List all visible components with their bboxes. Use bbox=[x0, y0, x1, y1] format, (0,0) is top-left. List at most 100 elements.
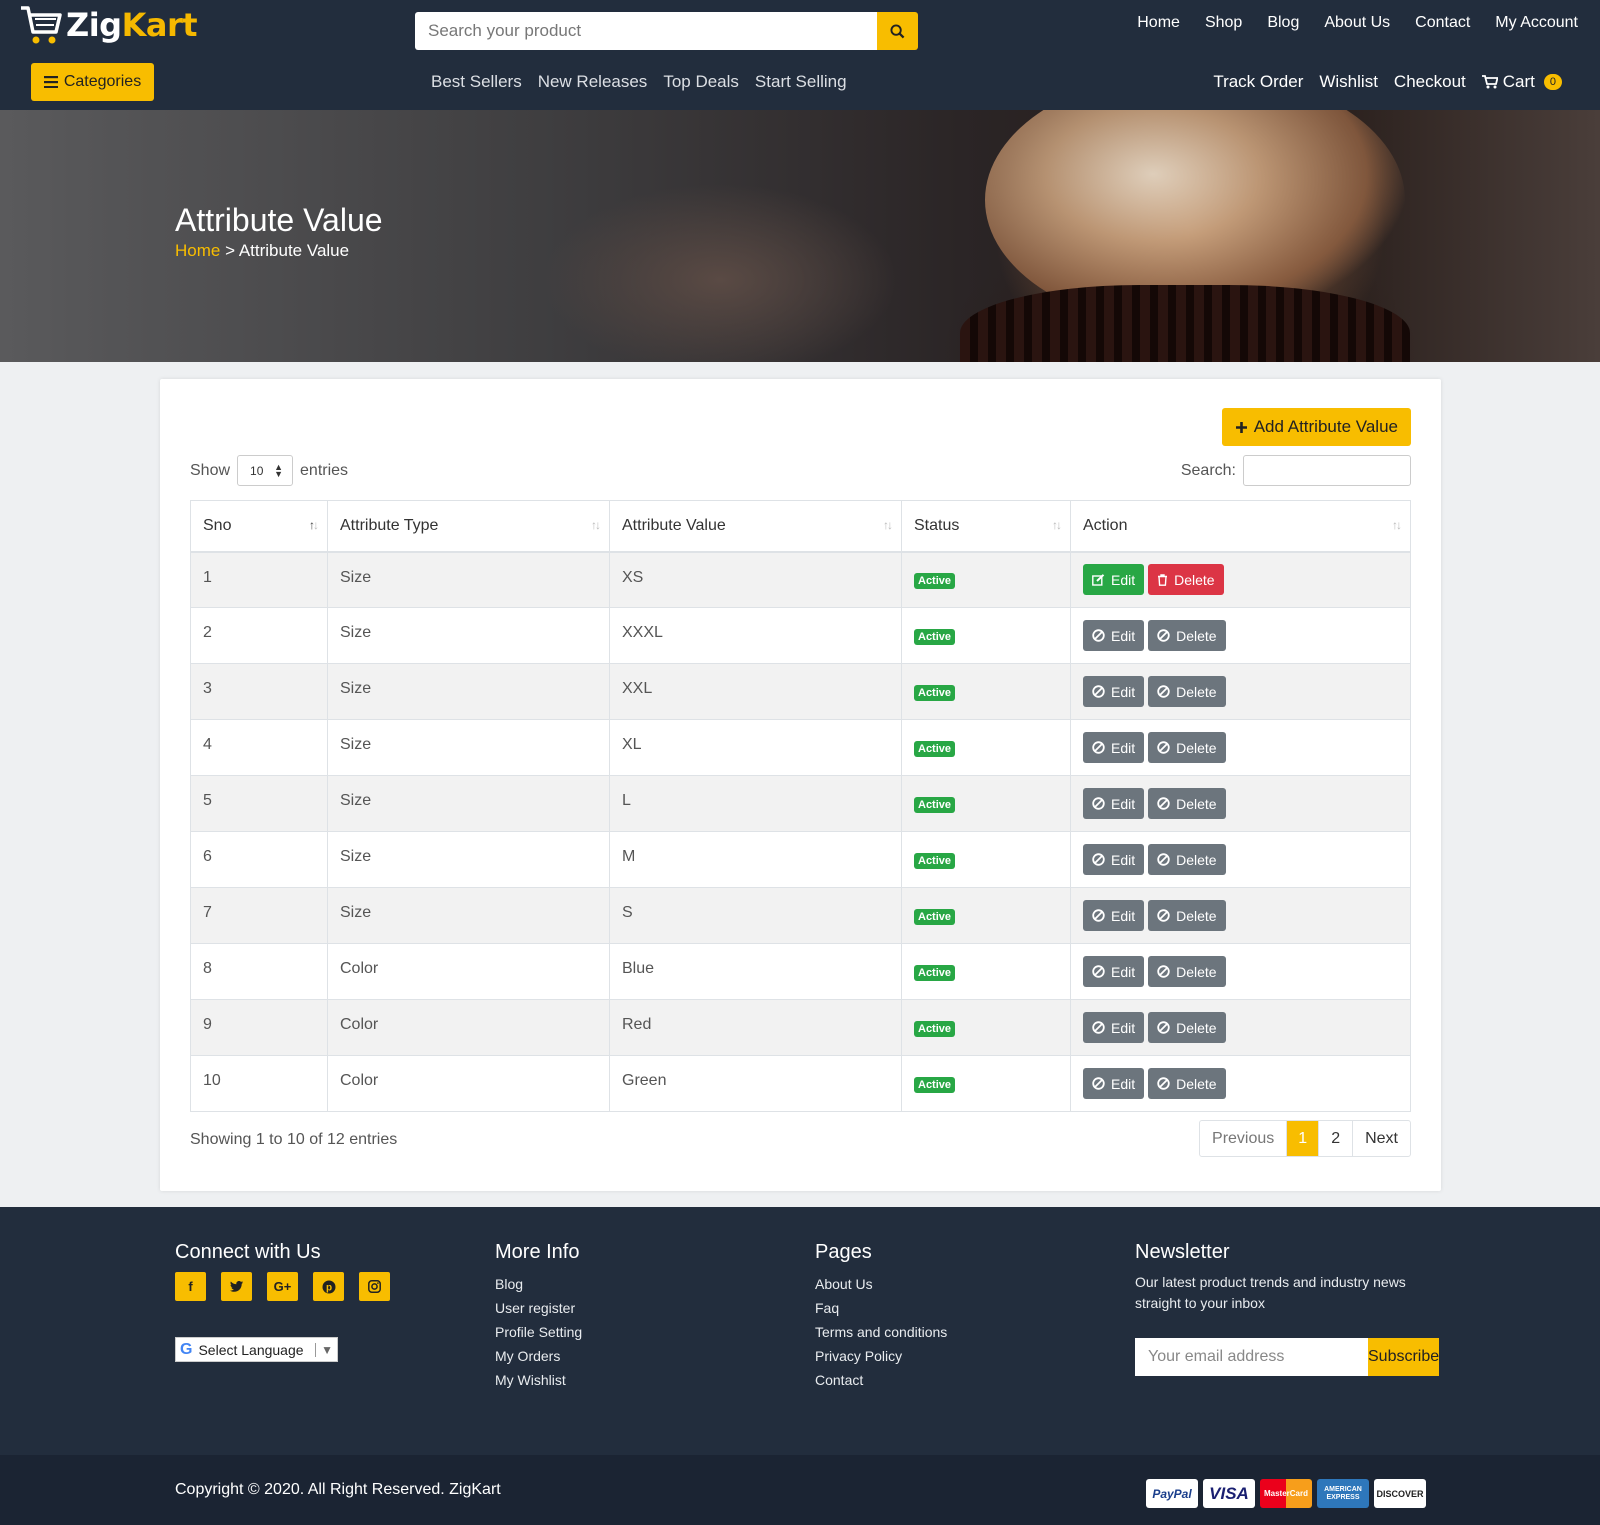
footer-link-contact[interactable]: Contact bbox=[815, 1368, 947, 1392]
edit-button[interactable]: Edit bbox=[1083, 732, 1145, 763]
twitter-icon[interactable] bbox=[221, 1272, 252, 1301]
entries-select[interactable]: 10 ▲ ▼ bbox=[237, 455, 294, 486]
column-header-label: Attribute Value bbox=[622, 516, 726, 534]
facebook-icon[interactable]: f bbox=[175, 1272, 206, 1301]
select-arrows-icon: ▲ ▼ bbox=[274, 461, 284, 479]
column-header-attribute-value[interactable]: Attribute Value ↑↓ bbox=[609, 500, 902, 553]
edit-button[interactable]: Edit bbox=[1083, 1068, 1145, 1099]
nav-blog[interactable]: Blog bbox=[1267, 14, 1299, 32]
nav-best-sellers[interactable]: Best Sellers bbox=[431, 72, 522, 92]
pinterest-icon[interactable]: p bbox=[313, 1272, 344, 1301]
language-selector[interactable]: G Select Language ▼ bbox=[175, 1337, 338, 1362]
table-row: 5 Size L Active Edit Delete bbox=[190, 775, 1411, 832]
delete-button[interactable]: Delete bbox=[1148, 788, 1226, 819]
delete-button[interactable]: Delete bbox=[1148, 1012, 1226, 1043]
delete-label: Delete bbox=[1176, 683, 1217, 700]
footer-link-privacy[interactable]: Privacy Policy bbox=[815, 1344, 947, 1368]
subscribe-button[interactable]: Subscribe bbox=[1368, 1338, 1440, 1376]
add-attribute-value-button[interactable]: Add Attribute Value bbox=[1221, 408, 1411, 446]
entries-label: entries bbox=[300, 461, 349, 479]
delete-button[interactable]: Delete bbox=[1148, 844, 1226, 875]
edit-button[interactable]: Edit bbox=[1083, 564, 1145, 596]
edit-button[interactable]: Edit bbox=[1083, 900, 1145, 931]
ban-icon bbox=[1157, 1077, 1170, 1090]
delete-button[interactable]: Delete bbox=[1148, 1068, 1226, 1099]
google-plus-icon[interactable]: G+ bbox=[267, 1272, 298, 1301]
footer-link-user-register[interactable]: User register bbox=[495, 1296, 582, 1320]
categories-button[interactable]: Categories bbox=[31, 63, 154, 101]
search-input[interactable] bbox=[415, 12, 877, 50]
cell-attribute-type: Size bbox=[327, 831, 610, 888]
footer-link-blog[interactable]: Blog bbox=[495, 1272, 582, 1296]
nav-top-deals[interactable]: Top Deals bbox=[663, 72, 739, 92]
edit-button[interactable]: Edit bbox=[1083, 1012, 1145, 1043]
column-header-status[interactable]: Status ↑↓ bbox=[901, 500, 1071, 553]
footer-link-terms[interactable]: Terms and conditions bbox=[815, 1320, 947, 1344]
footer-link-profile-setting[interactable]: Profile Setting bbox=[495, 1320, 582, 1344]
cell-action: Edit Delete bbox=[1070, 775, 1411, 832]
nav-my-account[interactable]: My Account bbox=[1495, 14, 1578, 32]
search-icon bbox=[890, 23, 905, 38]
pagination-page-2[interactable]: 2 bbox=[1318, 1121, 1352, 1156]
edit-button[interactable]: Edit bbox=[1083, 676, 1145, 707]
footer-link-my-wishlist[interactable]: My Wishlist bbox=[495, 1368, 582, 1392]
newsletter-email-input[interactable] bbox=[1135, 1338, 1368, 1376]
nav-new-releases[interactable]: New Releases bbox=[538, 72, 648, 92]
status-badge: Active bbox=[914, 852, 956, 869]
footer-link-faq[interactable]: Faq bbox=[815, 1296, 947, 1320]
table-search-input[interactable] bbox=[1243, 455, 1411, 486]
discover-icon: DISCOVER bbox=[1374, 1479, 1426, 1508]
edit-button[interactable]: Edit bbox=[1083, 844, 1145, 875]
status-badge: Active bbox=[914, 740, 956, 757]
edit-button[interactable]: Edit bbox=[1083, 788, 1145, 819]
edit-button[interactable]: Edit bbox=[1083, 956, 1145, 987]
newsletter-form: Subscribe bbox=[1135, 1338, 1440, 1376]
cell-sno: 9 bbox=[190, 999, 328, 1056]
cell-attribute-type: Color bbox=[327, 999, 610, 1056]
breadcrumb-home[interactable]: Home bbox=[175, 241, 220, 260]
nav-checkout[interactable]: Checkout bbox=[1394, 72, 1466, 92]
trash-icon bbox=[1158, 574, 1168, 586]
table-row: 7 Size S Active Edit Delete bbox=[190, 887, 1411, 944]
nav-about-us[interactable]: About Us bbox=[1324, 14, 1390, 32]
nav-cart[interactable]: Cart 0 bbox=[1481, 72, 1562, 92]
delete-button[interactable]: Delete bbox=[1148, 564, 1224, 596]
nav-wishlist[interactable]: Wishlist bbox=[1319, 72, 1378, 92]
delete-label: Delete bbox=[1176, 795, 1217, 812]
social-links: f G+ p bbox=[175, 1272, 390, 1301]
nav-track-order[interactable]: Track Order bbox=[1213, 72, 1303, 92]
delete-button[interactable]: Delete bbox=[1148, 900, 1226, 931]
nav-shop[interactable]: Shop bbox=[1205, 14, 1242, 32]
cell-attribute-type: Size bbox=[327, 551, 610, 608]
pagination-previous[interactable]: Previous bbox=[1200, 1121, 1286, 1156]
pagination-page-1[interactable]: 1 bbox=[1286, 1121, 1319, 1156]
sort-icon: ↑↓ bbox=[591, 518, 601, 532]
cell-attribute-value: XXL bbox=[609, 663, 902, 720]
nav-contact[interactable]: Contact bbox=[1415, 14, 1470, 32]
footer-connect-title: Connect with Us bbox=[175, 1241, 321, 1263]
language-label: Select Language bbox=[198, 1341, 304, 1358]
delete-button[interactable]: Delete bbox=[1148, 956, 1226, 987]
footer-link-my-orders[interactable]: My Orders bbox=[495, 1344, 582, 1368]
delete-button[interactable]: Delete bbox=[1148, 732, 1226, 763]
sort-icon: ↑↓ bbox=[1392, 518, 1402, 532]
column-header-sno[interactable]: Sno ↑↓ bbox=[190, 500, 328, 553]
column-header-action[interactable]: Action ↑↓ bbox=[1070, 500, 1411, 553]
delete-button[interactable]: Delete bbox=[1148, 620, 1226, 651]
search-button[interactable] bbox=[877, 12, 918, 50]
twitter-bird-icon bbox=[230, 1281, 243, 1292]
footer-link-about-us[interactable]: About Us bbox=[815, 1272, 947, 1296]
cell-status: Active bbox=[901, 999, 1071, 1056]
column-header-attribute-type[interactable]: Attribute Type ↑↓ bbox=[327, 500, 610, 553]
instagram-icon[interactable] bbox=[359, 1272, 390, 1301]
nav-start-selling[interactable]: Start Selling bbox=[755, 72, 847, 92]
status-badge: Active bbox=[914, 908, 956, 925]
logo[interactable]: ZigKart bbox=[18, 2, 198, 48]
cell-action: Edit Delete bbox=[1070, 831, 1411, 888]
pagination-next[interactable]: Next bbox=[1352, 1121, 1410, 1156]
edit-button[interactable]: Edit bbox=[1083, 620, 1145, 651]
nav-home[interactable]: Home bbox=[1137, 14, 1180, 32]
cell-action: Edit Delete bbox=[1070, 607, 1411, 664]
edit-icon bbox=[1092, 573, 1105, 586]
delete-button[interactable]: Delete bbox=[1148, 676, 1226, 707]
